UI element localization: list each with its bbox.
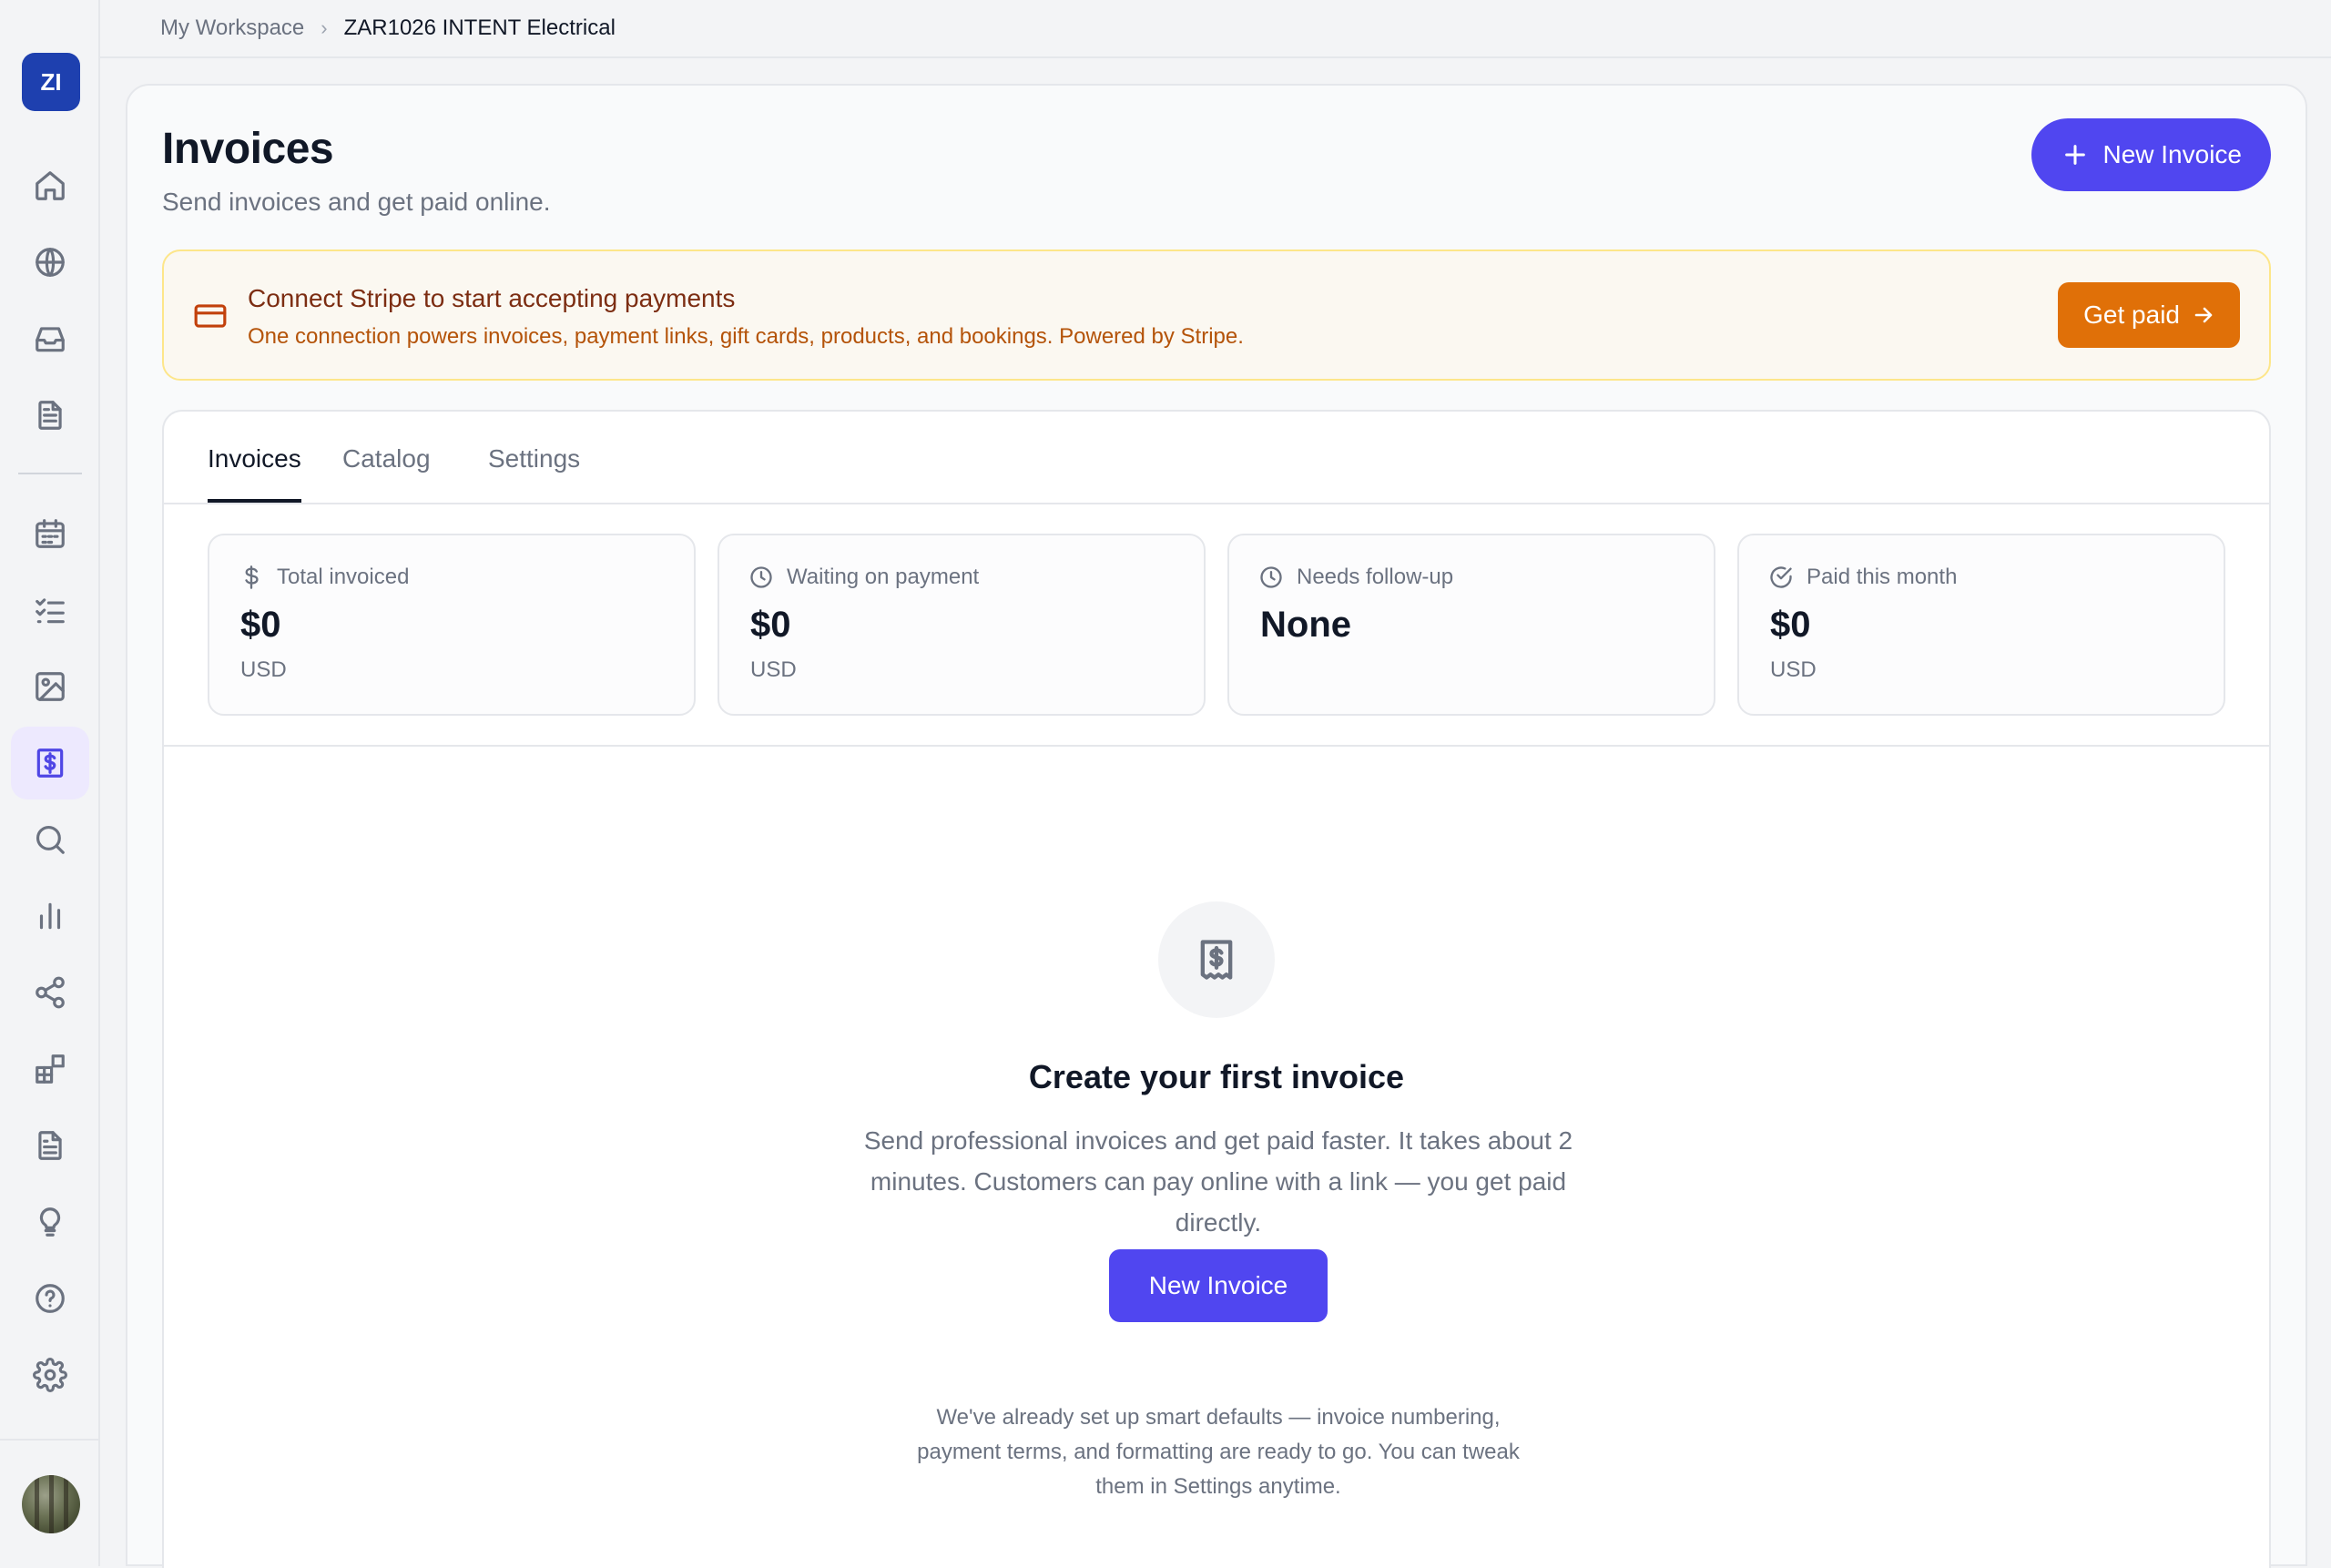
empty-state-description: Send professional invoices and get paid … — [863, 1126, 1573, 1237]
empty-state-note: We've already set up smart defaults — in… — [917, 1405, 1520, 1499]
avatar[interactable] — [22, 1475, 80, 1533]
empty-state-title: Create your first invoice — [1028, 1058, 1405, 1095]
workspace-badge[interactable]: ZI — [22, 53, 80, 111]
stat-label: Total invoiced — [239, 565, 409, 590]
settings-icon[interactable] — [11, 1339, 89, 1411]
stat-label-text: Paid this month — [1807, 565, 1958, 589]
bar-chart-icon[interactable] — [11, 880, 89, 952]
clock-icon — [750, 566, 772, 588]
stat-value: $0 — [1770, 605, 1811, 645]
lightbulb-icon[interactable] — [11, 1186, 89, 1258]
dollar-icon — [245, 565, 259, 589]
breadcrumb: My Workspace › ZAR1026 INTENT Electrical — [100, 0, 2331, 58]
stat-unit: USD — [240, 657, 287, 682]
tab-settings[interactable]: Settings — [488, 444, 580, 499]
sidebar: ZI — [0, 0, 100, 1566]
stat-label-text: Waiting on payment — [787, 565, 980, 589]
new-invoice-button[interactable]: New Invoice — [2031, 118, 2271, 191]
stat-value: None — [1260, 605, 1351, 645]
tab-bar: Invoices Catalog Settings — [164, 412, 2269, 504]
tab-catalog[interactable]: Catalog — [342, 444, 431, 499]
check-circle-icon — [1770, 566, 1792, 588]
image-icon[interactable] — [11, 650, 89, 723]
clock-icon — [1260, 566, 1282, 588]
stripe-banner-description: One connection powers invoices, payment … — [248, 324, 1244, 349]
page-title: Invoices — [162, 125, 334, 173]
calendar-icon[interactable] — [11, 497, 89, 570]
sidebar-footer-divider — [0, 1439, 100, 1441]
main-panel: Invoices Send invoices and get paid onli… — [126, 84, 2307, 1568]
help-icon[interactable] — [11, 1262, 89, 1335]
get-paid-button[interactable]: Get paid — [2058, 282, 2240, 348]
document-icon[interactable] — [11, 379, 89, 452]
apps-icon[interactable] — [11, 1033, 89, 1105]
get-paid-label: Get paid — [2083, 300, 2180, 329]
section-divider — [164, 745, 2269, 747]
search-icon[interactable] — [11, 803, 89, 876]
stat-label: Waiting on payment — [748, 565, 979, 590]
receipt-icon — [1158, 901, 1275, 1018]
plus-icon — [2065, 145, 2086, 165]
stat-label: Needs follow-up — [1258, 565, 1453, 590]
inbox-icon[interactable] — [11, 302, 89, 375]
stat-needs-follow-up: Needs follow-up None — [1227, 534, 1715, 716]
stat-value: $0 — [240, 605, 281, 645]
stat-unit: USD — [1770, 657, 1817, 682]
create-invoice-button[interactable]: New Invoice — [1109, 1249, 1328, 1322]
share-icon[interactable] — [11, 956, 89, 1029]
new-invoice-label: New Invoice — [2102, 140, 2242, 168]
stat-label: Paid this month — [1768, 565, 1957, 590]
home-icon[interactable] — [11, 149, 89, 222]
credit-card-icon — [193, 299, 228, 338]
arrow-right-icon — [2194, 307, 2213, 323]
file-text-icon[interactable] — [11, 1109, 89, 1182]
page-subtitle: Send invoices and get paid online. — [162, 188, 551, 216]
stat-label-text: Needs follow-up — [1297, 565, 1454, 589]
invoices-card: Invoices Catalog Settings Total invoiced… — [162, 410, 2271, 1568]
breadcrumb-root[interactable]: My Workspace — [160, 15, 304, 41]
stripe-banner: Connect Stripe to start accepting paymen… — [162, 249, 2271, 381]
stat-unit: USD — [750, 657, 797, 682]
checklist-icon[interactable] — [11, 574, 89, 647]
stat-paid-this-month: Paid this month $0 USD — [1737, 534, 2225, 716]
stat-total-invoiced: Total invoiced $0 USD — [208, 534, 696, 716]
stat-label-text: Total invoiced — [277, 565, 410, 589]
stat-waiting-on-payment: Waiting on payment $0 USD — [718, 534, 1206, 716]
sidebar-divider — [18, 473, 82, 474]
invoice-icon[interactable] — [11, 727, 89, 799]
tab-invoices[interactable]: Invoices — [208, 444, 301, 503]
stripe-banner-title: Connect Stripe to start accepting paymen… — [248, 284, 736, 312]
globe-icon[interactable] — [11, 226, 89, 299]
chevron-right-icon: › — [321, 16, 328, 39]
breadcrumb-current: ZAR1026 INTENT Electrical — [343, 15, 616, 40]
stat-value: $0 — [750, 605, 791, 645]
